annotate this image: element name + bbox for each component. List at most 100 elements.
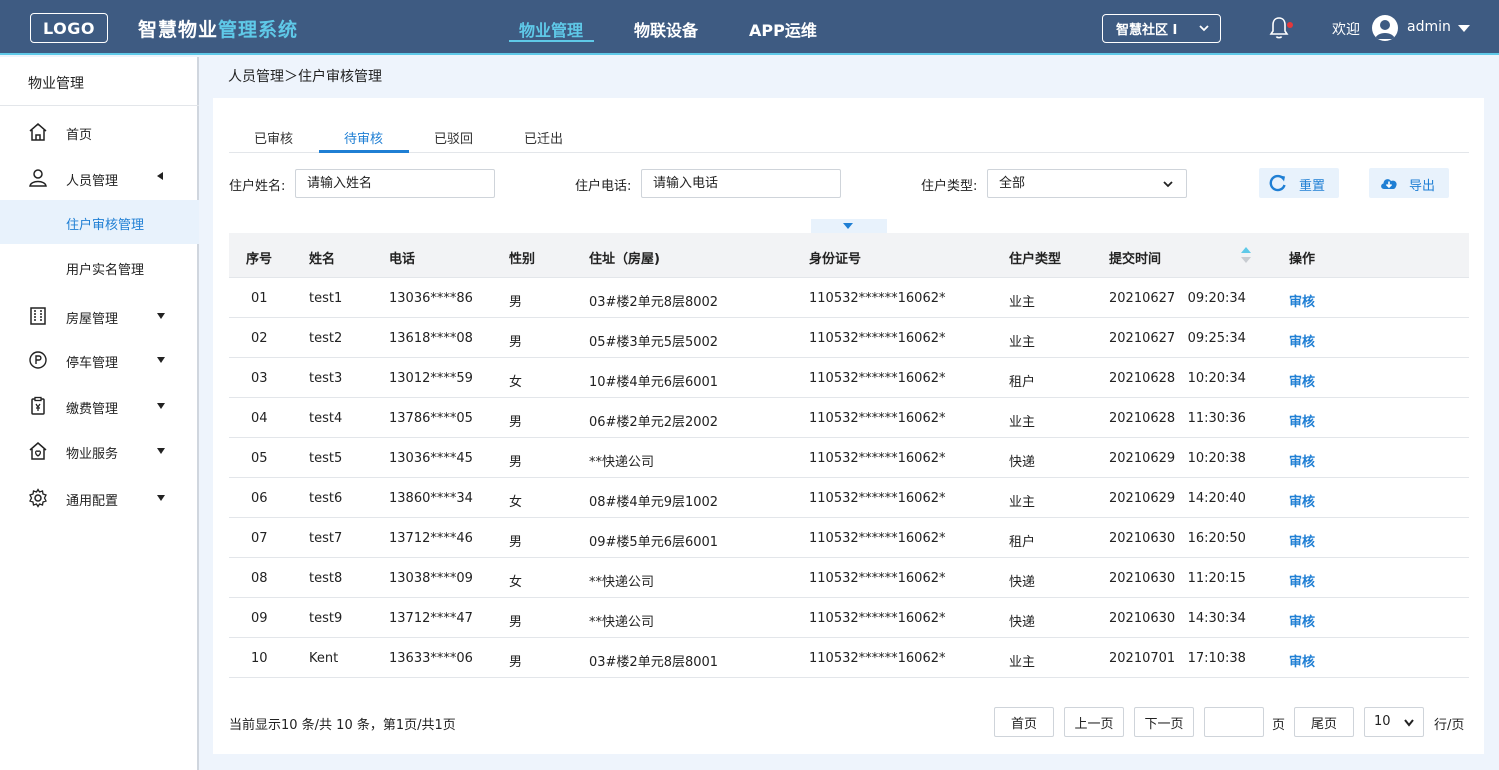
next-page-button[interactable]: 下一页: [1134, 707, 1194, 737]
avatar[interactable]: [1372, 15, 1398, 41]
table-row: 02 test2 13618****08 男 05#楼3单元5层5002 110532**…: [229, 318, 1469, 358]
sidebar-item-people[interactable]: 人员管理: [0, 156, 199, 200]
topnav-property[interactable]: 物业管理: [519, 17, 583, 41]
sidebar-item-resident-audit[interactable]: 住户审核管理: [0, 200, 199, 244]
tab-pending[interactable]: 待审核: [344, 128, 383, 147]
sidebar-item-label: 首页: [66, 128, 93, 143]
community-label: 智慧社区 I: [1116, 23, 1178, 38]
tab-rejected[interactable]: 已驳回: [434, 128, 473, 147]
cell-type: 业主: [1009, 335, 1036, 350]
first-page-button[interactable]: 首页: [994, 707, 1054, 737]
cell-phone: 13860****34: [389, 491, 473, 506]
cell-gender: 男: [509, 335, 523, 350]
refresh-icon: [1269, 174, 1286, 192]
audit-link[interactable]: 审核: [1289, 651, 1315, 670]
cell-gender: 男: [509, 615, 523, 630]
cell-gender: 男: [509, 455, 523, 470]
audit-link[interactable]: 审核: [1289, 411, 1315, 430]
type-select[interactable]: 全部: [987, 169, 1187, 198]
welcome-text: 欢迎: [1332, 22, 1360, 38]
col-header: 序号: [246, 252, 273, 267]
fee-icon: [31, 396, 45, 415]
cell-no: 01: [251, 291, 268, 306]
cell-gender: 男: [509, 535, 523, 550]
col-header: 身份证号: [809, 252, 862, 267]
sidebar-item-label: 物业服务: [66, 447, 119, 462]
sidebar-item-label: 缴费管理: [66, 402, 119, 417]
building-icon: [30, 307, 46, 325]
cell-addr: 08#楼4单元9层1002: [589, 495, 719, 510]
house-heart-icon: [29, 442, 47, 460]
topnav-iot[interactable]: 物联设备: [634, 17, 698, 41]
cell-name: test9: [309, 611, 343, 626]
sidebar-item-fee[interactable]: 缴费管理: [0, 384, 199, 428]
name-input[interactable]: 请输入姓名: [295, 169, 495, 198]
cell-id: 110532******16062*: [809, 291, 946, 306]
audit-link[interactable]: 审核: [1289, 531, 1315, 550]
cell-no: 07: [251, 531, 268, 546]
cloud-download-icon: [1381, 179, 1397, 189]
sidebar-item-house[interactable]: 房屋管理: [0, 294, 199, 338]
topnav-app-ops[interactable]: APP运维: [749, 17, 817, 41]
cell-time: 20210629 10:20:38: [1109, 451, 1246, 466]
prev-page-button[interactable]: 上一页: [1064, 707, 1124, 737]
cell-no: 03: [251, 371, 268, 386]
sidebar-item-label: 通用配置: [66, 494, 119, 509]
type-label: 住户类型:: [921, 179, 978, 194]
chevron-down-icon: [1199, 25, 1209, 32]
sidebar-item-label: 房屋管理: [66, 312, 119, 327]
last-page-button[interactable]: 尾页: [1294, 707, 1354, 737]
sidebar-item-home[interactable]: 首页: [0, 110, 199, 154]
reset-button[interactable]: 重置: [1259, 168, 1339, 198]
gear-icon: [29, 488, 47, 508]
cell-addr: 06#楼2单元2层2002: [589, 415, 719, 430]
tab-moved-out[interactable]: 已迁出: [524, 128, 563, 147]
table-row: 03 test3 13012****59 女 10#楼4单元6层6001 110532**…: [229, 358, 1469, 398]
cell-type: 业主: [1009, 415, 1036, 430]
tabs-divider: [229, 152, 1469, 153]
cell-phone: 13036****86: [389, 291, 473, 306]
cell-name: test8: [309, 571, 343, 586]
export-button[interactable]: 导出: [1369, 168, 1449, 198]
cell-time: 20210630 14:30:34: [1109, 611, 1246, 626]
username[interactable]: admin: [1407, 19, 1451, 35]
page-number-input[interactable]: [1204, 707, 1264, 737]
cell-name: test3: [309, 371, 343, 386]
cell-type: 快递: [1009, 455, 1036, 470]
bell-icon[interactable]: [1268, 16, 1290, 40]
audit-link[interactable]: 审核: [1289, 291, 1315, 310]
community-select[interactable]: 智慧社区 I: [1102, 14, 1221, 43]
cell-id: 110532******16062*: [809, 451, 946, 466]
sidebar-item-label: 住户审核管理: [66, 218, 145, 233]
home-icon: [29, 123, 47, 141]
col-header: 住址（房屋): [589, 252, 660, 267]
sidebar-item-service[interactable]: 物业服务: [0, 429, 199, 473]
sort-icon[interactable]: [1240, 245, 1252, 265]
sidebar-item-realname[interactable]: 用户实名管理: [0, 245, 199, 289]
sidebar-item-config[interactable]: 通用配置: [0, 476, 199, 520]
cell-no: 02: [251, 331, 268, 346]
cell-type: 快递: [1009, 615, 1036, 630]
tab-approved[interactable]: 已审核: [254, 128, 293, 147]
audit-link[interactable]: 审核: [1289, 571, 1315, 590]
audit-link[interactable]: 审核: [1289, 371, 1315, 390]
audit-link[interactable]: 审核: [1289, 331, 1315, 350]
audit-link[interactable]: 审核: [1289, 451, 1315, 470]
page-size-select[interactable]: 10: [1364, 707, 1424, 737]
audit-link[interactable]: 审核: [1289, 491, 1315, 510]
caret-down-icon: [157, 403, 165, 409]
page-size-unit: 行/页: [1434, 718, 1465, 733]
table-row: 10 Kent 13633****06 男 03#楼2单元8层8001 110532***…: [229, 638, 1469, 678]
phone-input[interactable]: 请输入电话: [641, 169, 841, 198]
audit-link[interactable]: 审核: [1289, 611, 1315, 630]
cell-gender: 女: [509, 495, 523, 510]
sidebar-item-parking[interactable]: 停车管理: [0, 338, 199, 382]
table-row: 01 test1 13036****86 男 03#楼2单元8层8002 110532**…: [229, 278, 1469, 318]
sidebar-item-label: 停车管理: [66, 356, 119, 371]
cell-no: 09: [251, 611, 268, 626]
caret-down-icon[interactable]: [1458, 25, 1470, 32]
cell-name: test2: [309, 331, 343, 346]
pagination-info: 当前显示10 条/共 10 条，第1页/共1页: [229, 718, 456, 733]
collapse-toggle[interactable]: [811, 219, 887, 233]
cell-id: 110532******16062*: [809, 491, 946, 506]
